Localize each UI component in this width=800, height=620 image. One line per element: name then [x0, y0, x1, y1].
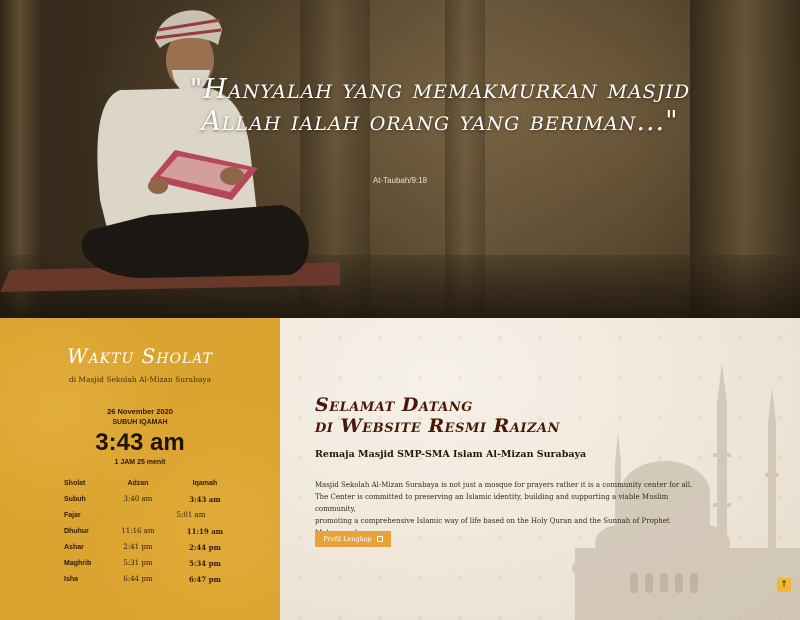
- adzan-time: 3:40 am: [123, 495, 153, 503]
- adzan-time: 2:41 pm: [123, 543, 153, 551]
- prayer-name: Ashar: [64, 543, 84, 551]
- description-line: The Center is committed to preserving an…: [315, 493, 669, 513]
- iqamah-time: 2:44 pm: [188, 542, 221, 552]
- welcome-description: Masjid Sekolah Al-Mizan Surabaya is not …: [315, 479, 700, 539]
- table-row: Isha 6:44 pm 6:47 pm: [40, 571, 240, 587]
- prayer-times-panel: Waktu Sholat di Masjid Sekolah Al-Mizan …: [0, 318, 280, 620]
- next-prayer-time: 3:43 am: [95, 429, 185, 456]
- table-row: Fajar 5:01 am: [40, 507, 240, 523]
- welcome-subtitle: Remaja Masjid SMP-SMA Islam Al-Mizan Sur…: [315, 449, 587, 460]
- hero-banner: "Hanyalah yang memakmurkan masjid Allah …: [0, 0, 800, 318]
- column-header: Sholat: [64, 479, 86, 487]
- iqamah-time: 3:43 am: [189, 494, 221, 504]
- man-reading-quran-image: [0, 10, 340, 292]
- external-link-icon: [376, 536, 383, 542]
- column-header: Adzan: [127, 479, 149, 487]
- prayer-name: Fajar: [64, 511, 81, 519]
- prayer-title: Waktu Sholat: [67, 344, 213, 368]
- profile-button-label: Profil Lengkap: [323, 535, 372, 543]
- next-prayer-label: SUBUH IQAMAH: [112, 419, 168, 426]
- prayer-date: 26 November 2020: [107, 407, 173, 416]
- scroll-to-top-button[interactable]: ↑: [777, 578, 791, 592]
- adzan-time: 6:44 pm: [123, 575, 153, 583]
- prayer-name: Isha: [64, 575, 79, 583]
- description-line: Masjid Sekolah Al-Mizan Surabaya is not …: [315, 481, 693, 489]
- iqamah-time: 6:47 pm: [188, 574, 221, 584]
- adzan-time: 11:16 am: [121, 527, 155, 535]
- prayer-schedule-table: Sholat Adzan Iqamah Subuh 3:40 am 3:43 a…: [40, 475, 240, 587]
- arrow-up-icon: ↑: [780, 580, 788, 590]
- iqamah-time: 5:34 pm: [188, 558, 221, 568]
- adzan-time: 5:31 pm: [123, 559, 153, 567]
- table-header-row: Sholat Adzan Iqamah: [40, 475, 240, 491]
- prayer-name: Dhuhur: [64, 527, 89, 535]
- table-row: Subuh 3:40 am 3:43 am: [40, 491, 240, 507]
- iqamah-time: 11:19 am: [186, 526, 224, 536]
- prayer-name: Subuh: [64, 495, 86, 503]
- welcome-title-line: Selamat Datang: [315, 394, 473, 416]
- table-row: Maghrib 5:31 pm 5:34 pm: [40, 555, 240, 571]
- time-remaining: 1 JAM 25 menit: [114, 459, 166, 466]
- table-row: Ashar 2:41 pm 2:44 pm: [40, 539, 240, 555]
- column-header: Iqamah: [192, 479, 218, 487]
- welcome-title-line: di Website Resmi Raizan: [315, 415, 560, 437]
- profile-button[interactable]: Profil Lengkap: [315, 531, 391, 547]
- prayer-name: Maghrib: [64, 559, 92, 567]
- hero-quote: "Hanyalah yang memakmurkan masjid Allah …: [189, 74, 691, 137]
- welcome-title: Selamat Datang di Website Resmi Raizan: [315, 395, 615, 437]
- adzan-time: 5:01 am: [176, 511, 206, 519]
- prayer-location: di Masjid Sekolah Al-Mizan Surabaya: [68, 375, 212, 384]
- table-row: Dhuhur 11:16 am 11:19 am: [40, 523, 240, 539]
- welcome-section: Selamat Datang di Website Resmi Raizan R…: [280, 318, 800, 620]
- quote-source: At-Taubah/9:18: [372, 176, 428, 185]
